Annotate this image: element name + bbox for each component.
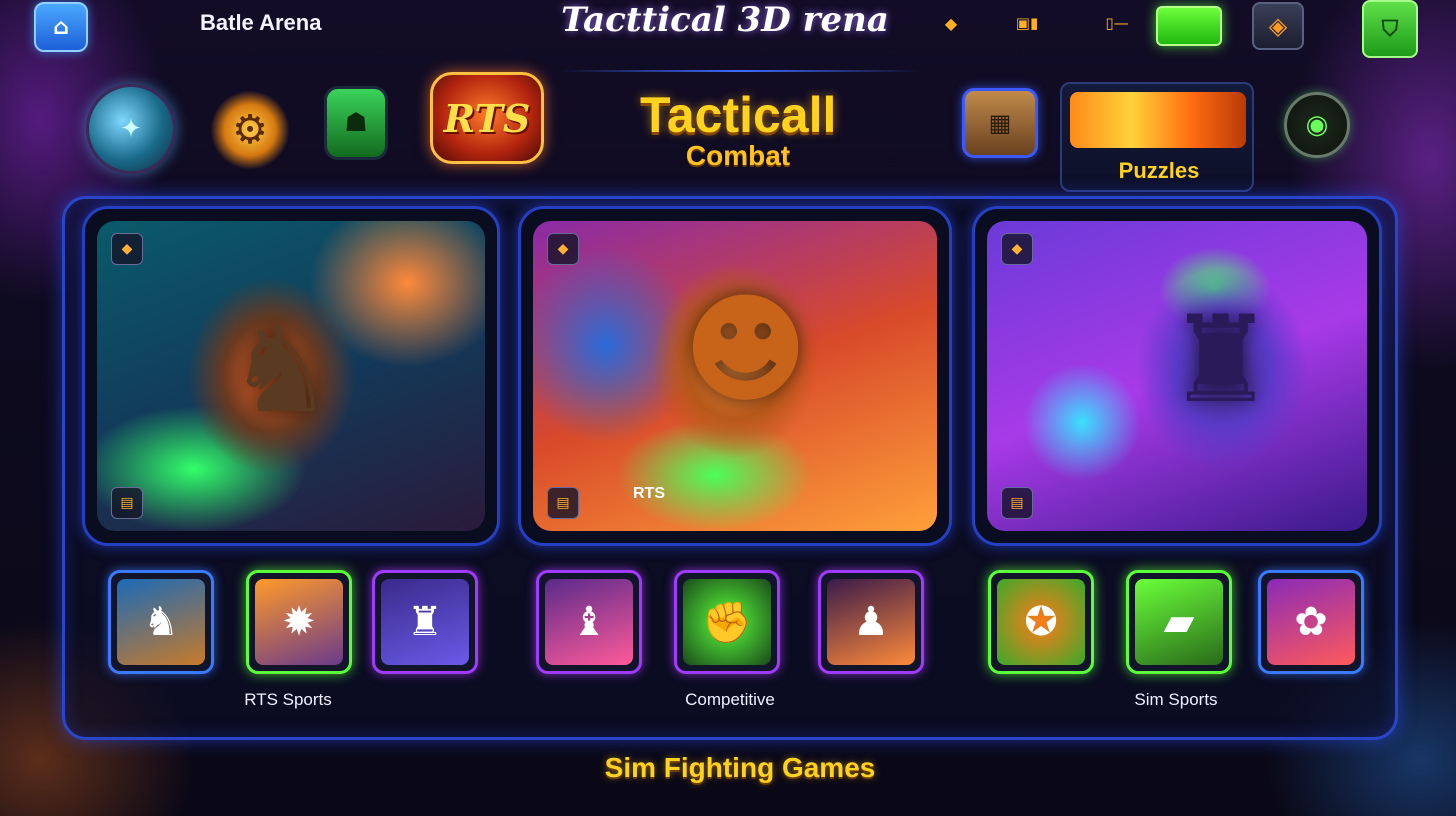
badge-icon: ◆	[1001, 233, 1033, 265]
target-category-icon[interactable]: ◉	[1284, 92, 1350, 158]
featured-title: Tacticall	[640, 87, 837, 143]
info-icon: ▤	[547, 487, 579, 519]
warrior-figure: ♞	[227, 301, 335, 440]
helmet-category-icon[interactable]: ☗	[324, 86, 388, 160]
mech-alien-card[interactable]: ♜ ◆ ▤	[972, 206, 1382, 546]
thumbnail-art: ▰	[1135, 579, 1223, 665]
group-label-rts-sports: RTS Sports	[244, 690, 332, 709]
puzzles-label: Puzzles	[1118, 158, 1200, 183]
footer-title: Sim Fighting Games	[604, 752, 876, 783]
armored-warrior-art: ♞ ◆ ▤	[97, 221, 485, 531]
card-tag: RTS	[633, 485, 665, 502]
game-thumbnail[interactable]: ♞	[108, 570, 214, 674]
bag-button[interactable]: ◈	[1252, 2, 1304, 50]
puzzles-art	[1070, 92, 1246, 148]
game-thumbnail[interactable]: ✪	[988, 570, 1094, 674]
info-icon: ▤	[111, 487, 143, 519]
thumbnail-art: ✿	[1267, 579, 1355, 665]
game-thumbnail[interactable]: ✊	[674, 570, 780, 674]
gear-category-icon[interactable]: ⚙	[210, 90, 290, 170]
armored-warrior-card[interactable]: ♞ ◆ ▤	[82, 206, 500, 546]
section-title: Batle Arena	[200, 10, 322, 35]
featured-subtitle: Combat	[685, 140, 791, 171]
group-label-sim-sports: Sim Sports	[1134, 690, 1218, 709]
info-icon: ▤	[1001, 487, 1033, 519]
gem-icon[interactable]: ◆	[942, 14, 960, 33]
shield-button[interactable]: ⛉	[1362, 0, 1418, 58]
game-logo-title: Tacttical 3D rena	[561, 0, 889, 40]
thumbnail-art: ♟	[827, 579, 915, 665]
bearded-hero-art: ☻ RTS ◆ ▤	[533, 221, 937, 531]
shield-icon: ⛉	[1381, 16, 1399, 42]
thumbnail-art: ✊	[683, 579, 771, 665]
game-thumbnail[interactable]: ♜	[372, 570, 478, 674]
home-icon: ⌂	[53, 14, 69, 40]
orb-category-icon[interactable]: ✦	[86, 84, 176, 174]
top-bar: ⌂ Batle Arena Tacttical 3D rena ◆ ▣▮ ▯— …	[0, 0, 1456, 58]
thumbnail-art: ♞	[117, 579, 205, 665]
category-strip: ✦ ⚙ ☗ RTS Tacticall Combat ▦ Puzzles ◉	[80, 62, 1380, 192]
badge-icon: ◆	[111, 233, 143, 265]
card-icon[interactable]: ▣▮	[1010, 14, 1044, 32]
group-label-competitive: Competitive	[685, 690, 775, 709]
home-button[interactable]: ⌂	[34, 2, 88, 52]
thumbnail-art: ✹	[255, 579, 343, 665]
rts-category-button[interactable]: RTS	[430, 72, 544, 164]
bearded-hero-card[interactable]: ☻ RTS ◆ ▤	[518, 206, 952, 546]
bag-icon: ◈	[1268, 12, 1288, 40]
chest-category-icon[interactable]: ▦	[962, 88, 1038, 158]
thumbnail-art: ✪	[997, 579, 1085, 665]
game-thumbnail[interactable]: ✿	[1258, 570, 1364, 674]
thumbnail-art: ♝	[545, 579, 633, 665]
game-thumbnail[interactable]: ♟	[818, 570, 924, 674]
game-thumbnail[interactable]: ♝	[536, 570, 642, 674]
coin-icon[interactable]: ▯—	[1097, 13, 1137, 33]
mech-alien-art: ♜ ◆ ▤	[987, 221, 1367, 531]
green-action-button[interactable]	[1156, 6, 1222, 46]
featured-category[interactable]: Tacticall Combat	[640, 90, 836, 172]
hero-figure: ☻	[683, 281, 809, 420]
game-thumbnail[interactable]: ▰	[1126, 570, 1232, 674]
game-thumbnail[interactable]: ✹	[246, 570, 352, 674]
puzzles-category-card[interactable]: Puzzles	[1060, 82, 1254, 192]
mech-figure: ♜	[1167, 291, 1275, 430]
badge-icon: ◆	[547, 233, 579, 265]
thumbnail-art: ♜	[381, 579, 469, 665]
